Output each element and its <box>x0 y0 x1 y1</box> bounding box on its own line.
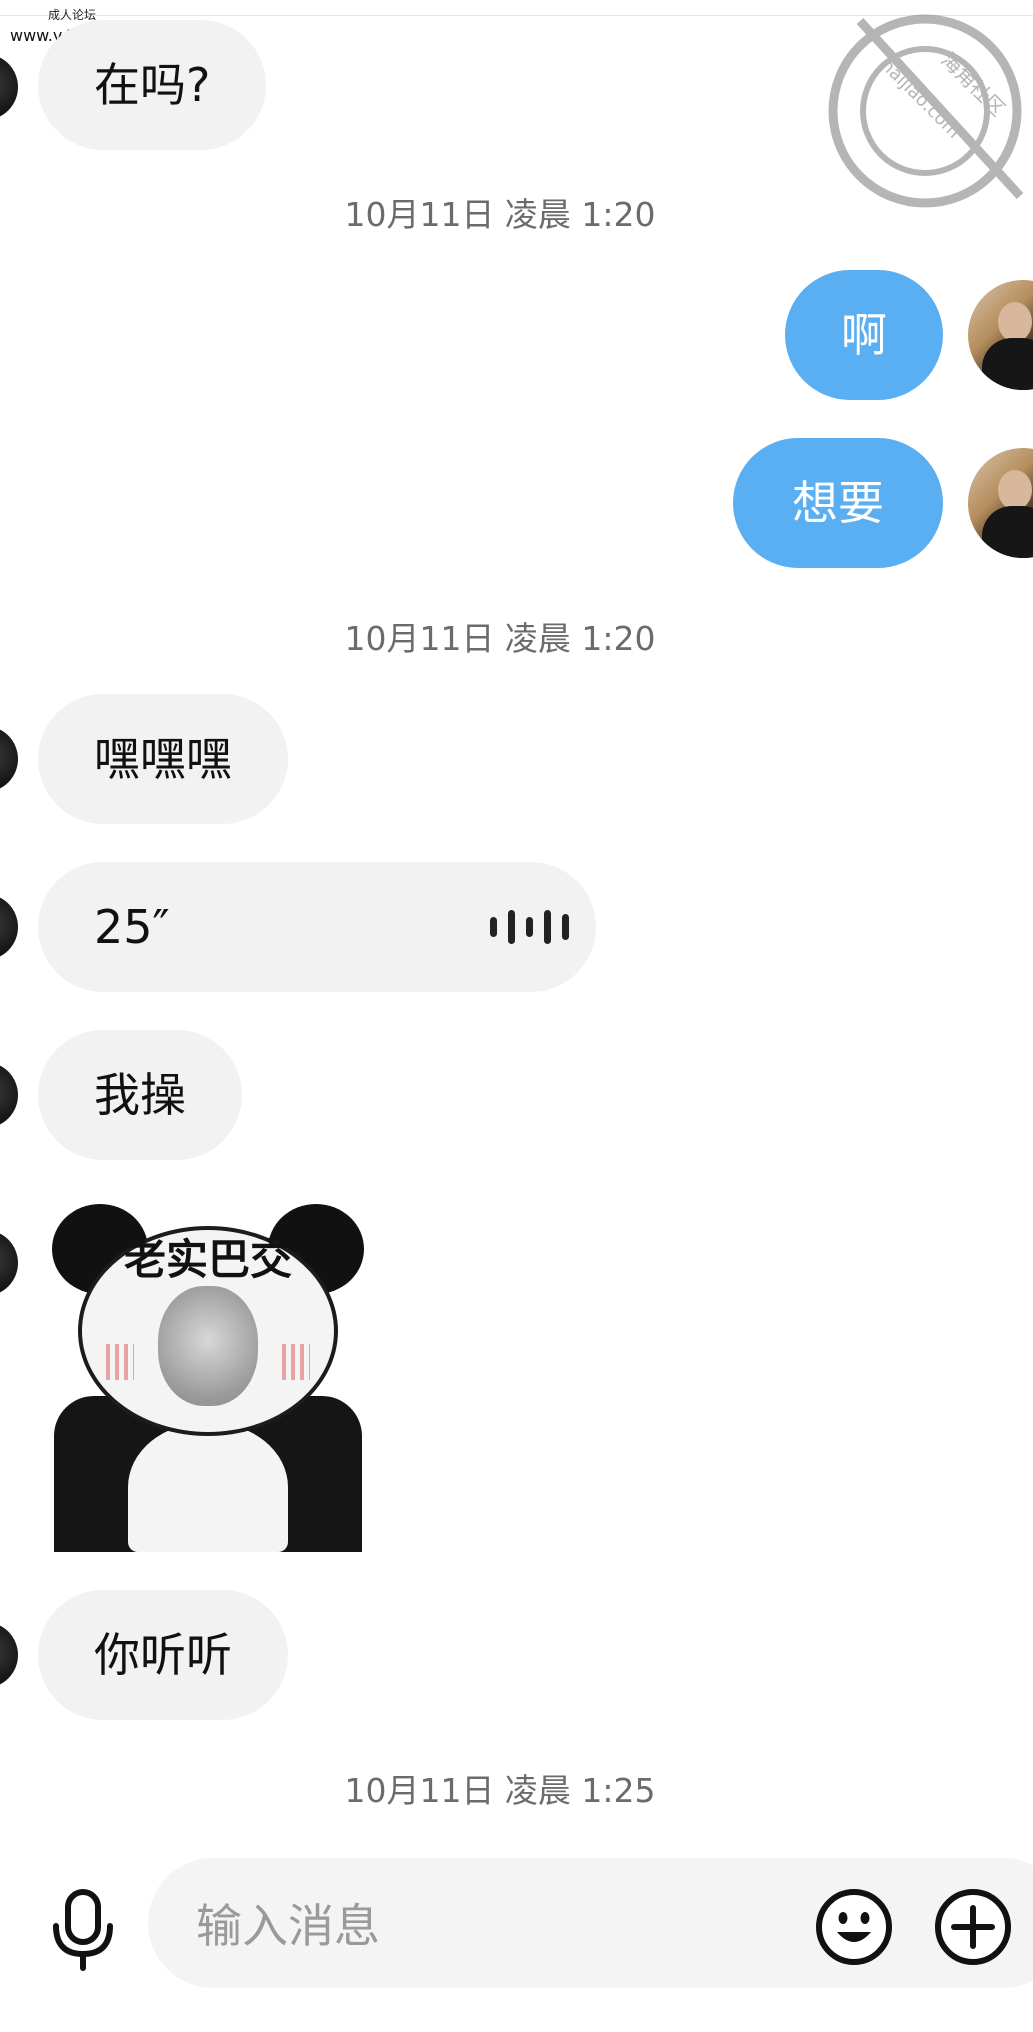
message-text: 想要 <box>792 476 884 530</box>
contact-avatar[interactable] <box>0 1062 18 1128</box>
sticker-caption: 老实巴交 <box>123 1235 292 1284</box>
message-text: 在吗? <box>94 58 211 112</box>
message-bubble-incoming[interactable]: 我操 <box>38 1030 242 1160</box>
panda-sticker-image[interactable]: 老实巴交 <box>50 1196 366 1552</box>
plus-icon[interactable] <box>934 1888 1012 1966</box>
contact-avatar[interactable] <box>0 726 18 792</box>
contact-avatar[interactable] <box>0 1230 18 1296</box>
message-text: 嘿嘿嘿 <box>94 732 232 786</box>
message-timestamp: 10月11日 凌晨 1:20 <box>344 195 656 234</box>
message-bubble-incoming[interactable]: 嘿嘿嘿 <box>38 694 288 824</box>
voice-message-bubble[interactable]: 25″ <box>38 862 596 992</box>
my-avatar[interactable] <box>968 448 1033 558</box>
message-bubble-incoming[interactable]: 你听听 <box>38 1590 288 1720</box>
message-bubble-outgoing[interactable]: 啊 <box>785 270 943 400</box>
message-input-placeholder: 输入消息 <box>196 1899 380 1953</box>
contact-avatar[interactable] <box>0 54 18 120</box>
smiley-icon[interactable] <box>815 1888 893 1966</box>
message-text: 我操 <box>94 1068 186 1122</box>
chat-screen: 成人论坛 www.v43d.com 海角社区 haijiao.com 在吗? 1… <box>0 0 1033 2032</box>
contact-avatar[interactable] <box>0 894 18 960</box>
message-input[interactable]: 输入消息 <box>148 1858 1033 1988</box>
message-text: 啊 <box>841 308 887 362</box>
voice-duration: 25″ <box>94 900 170 954</box>
voice-waveform-icon <box>490 910 569 944</box>
contact-avatar[interactable] <box>0 1622 18 1688</box>
message-timestamp: 10月11日 凌晨 1:25 <box>344 1771 656 1810</box>
microphone-icon[interactable] <box>48 1888 118 1972</box>
message-bubble-incoming[interactable]: 在吗? <box>38 20 267 150</box>
my-avatar[interactable] <box>968 280 1033 390</box>
message-text: 你听听 <box>94 1628 232 1682</box>
watermark-stamp: 海角社区 haijiao.com <box>828 14 1024 208</box>
message-timestamp: 10月11日 凌晨 1:20 <box>344 619 656 658</box>
message-bubble-outgoing[interactable]: 想要 <box>733 438 943 568</box>
